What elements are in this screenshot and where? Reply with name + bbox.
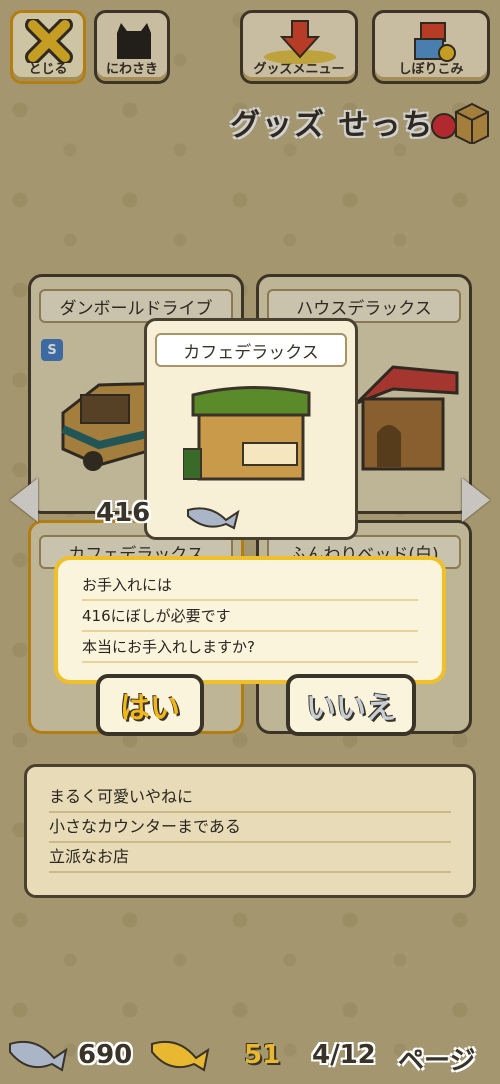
confirm-line-2: 416にぼしが必要です bbox=[82, 601, 418, 632]
confirm-line-3: 本当にお手入れしますか? bbox=[82, 632, 418, 663]
gold-fish-count: 51 bbox=[244, 1040, 281, 1070]
silver-fish-count: 690 bbox=[78, 1040, 133, 1070]
confirm-line-1: お手入れには bbox=[82, 570, 418, 601]
gold-niboshi-icon bbox=[151, 1040, 210, 1072]
popup-item-name: カフェデラックス bbox=[155, 333, 347, 367]
item-description: まるく可愛いやねに 小さなカウンターまである 立派なお店 bbox=[24, 764, 476, 898]
niboshi-fish-icon bbox=[187, 507, 240, 530]
description-line-1: まるく可愛いやねに bbox=[49, 783, 451, 813]
silver-niboshi-icon bbox=[9, 1040, 68, 1072]
description-line-3: 立派なお店 bbox=[49, 843, 451, 873]
page-label: ページ bbox=[398, 1046, 476, 1076]
no-button[interactable]: いいえ bbox=[286, 674, 416, 736]
yes-button[interactable]: はい bbox=[96, 674, 204, 736]
description-line-2: 小さなカウンターまである bbox=[49, 813, 451, 843]
page-indicator: 4/12 bbox=[312, 1040, 376, 1070]
item-popup: カフェデラックス bbox=[144, 318, 358, 540]
cafe-icon bbox=[183, 385, 311, 481]
modal-overlay bbox=[0, 0, 500, 1084]
cost-value: 416 bbox=[96, 498, 151, 528]
confirm-dialog: お手入れには 416にぼしが必要です 本当にお手入れしますか? bbox=[54, 556, 446, 684]
